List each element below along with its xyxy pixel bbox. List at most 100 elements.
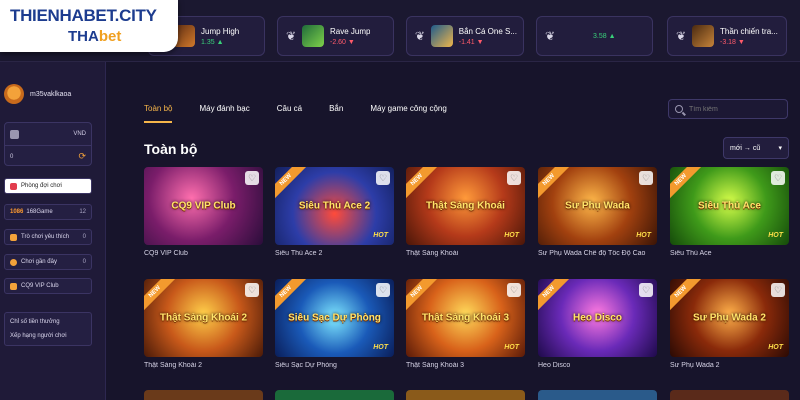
- game-title: CQ9 VIP Club: [144, 250, 188, 257]
- favorite-icon[interactable]: ♡: [771, 171, 785, 185]
- game-card[interactable]: Sư Phụ Wada 2 NEW HOT ♡ Sư Phụ Wada 2: [670, 279, 789, 369]
- favorite-icon[interactable]: ♡: [245, 171, 259, 185]
- sidebar-item-favorites[interactable]: Trò chơi yêu thích 0: [4, 229, 92, 245]
- game-card[interactable]: Thật Sảng Khoái NEW HOT ♡ Thật Sảng Khoá…: [406, 167, 525, 257]
- favorite-icon[interactable]: ♡: [376, 171, 390, 185]
- game-art-title: Heo Disco: [573, 312, 622, 324]
- game-art-title: CQ9 VIP Club: [171, 200, 236, 212]
- sidebar-item-label: Chơi gần đây: [21, 259, 57, 265]
- game-thumbnail[interactable]: Siêu Thủ Ace NEW HOT ♡: [670, 167, 789, 245]
- game-card[interactable]: CQ9 VIP Club ♡ CQ9 VIP Club: [144, 167, 263, 257]
- game-thumbnail[interactable]: CQ9 VIP Club ♡: [144, 167, 263, 245]
- sidebar-item-label: 168Game: [26, 209, 53, 215]
- new-ribbon: NEW: [538, 167, 571, 202]
- game-card[interactable]: Siêu Thủ Ace 2 NEW HOT ♡ Siêu Thủ Ace 2: [275, 167, 394, 257]
- ticker-name: Jump High: [201, 26, 240, 36]
- hot-badge: HOT: [373, 344, 388, 351]
- tab-slots[interactable]: Máy đánh bạc: [199, 104, 249, 123]
- game-card[interactable]: Siêu Sạc Dự Phòng NEW HOT ♡ Siêu Sạc Dự …: [275, 279, 394, 369]
- game-title: Heo Disco: [538, 362, 571, 369]
- game-thumbnail: [430, 25, 453, 47]
- favorite-icon[interactable]: ♡: [507, 171, 521, 185]
- player-ranking-link[interactable]: Xếp hạng người chơi: [10, 333, 67, 339]
- ticker-value: -2.60 ▼: [330, 38, 355, 46]
- game-title: Siêu Thủ Ace 2: [275, 250, 323, 257]
- sidebar-item-lobby[interactable]: Phòng đợi chơi: [4, 178, 92, 194]
- star-icon: [10, 233, 17, 241]
- game-card-partial[interactable]: [538, 390, 657, 400]
- search-icon: [675, 105, 683, 113]
- sidebar: m35vaklkaoa VND 0 ⟳ Phòng đợi chơi 1086 16…: [0, 62, 106, 400]
- sidebar-item-168game[interactable]: 1086 168Game 12: [4, 204, 92, 220]
- game-card[interactable]: Heo Disco NEW ♡ Heo Disco: [538, 279, 657, 369]
- game-title: Sư Phụ Wada 2: [670, 362, 720, 369]
- game-card-partial[interactable]: [144, 390, 263, 400]
- favorite-icon[interactable]: ♡: [639, 171, 653, 185]
- game-art-title: Sư Phụ Wada: [565, 200, 630, 212]
- clock-icon: [10, 258, 17, 266]
- new-ribbon: NEW: [406, 279, 439, 314]
- sidebar-item-vip-club[interactable]: CQ9 VIP Club: [4, 278, 92, 294]
- game-card[interactable]: Thật Sảng Khoái 2 NEW ♡ Thật Sảng Khoái …: [144, 279, 263, 369]
- game-thumbnail[interactable]: Siêu Sạc Dự Phòng NEW HOT ♡: [275, 279, 394, 357]
- new-ribbon: NEW: [670, 167, 703, 202]
- game-art-title: Siêu Thủ Ace: [698, 200, 761, 212]
- game-card[interactable]: Siêu Thủ Ace NEW HOT ♡ Siêu Thủ Ace: [670, 167, 789, 257]
- wallet-box: VND 0 ⟳: [4, 122, 92, 166]
- laurel-icon: ❦: [544, 29, 556, 43]
- tab-fishing[interactable]: Câu cá: [277, 104, 302, 123]
- game-thumbnail[interactable]: Sư Phụ Wada 2 NEW HOT ♡: [670, 279, 789, 357]
- hot-badge: HOT: [373, 232, 388, 239]
- laurel-icon: ❦: [285, 29, 297, 43]
- tab-arcade[interactable]: Máy game công cộng: [370, 104, 447, 123]
- sort-dropdown[interactable]: mới → cũ ▾: [723, 137, 789, 159]
- ticker-item-3[interactable]: ❦ Bắn Cá One S... -1.41 ▼: [406, 16, 524, 56]
- new-ribbon: NEW: [406, 167, 439, 202]
- favorite-icon[interactable]: ♡: [245, 283, 259, 297]
- game-thumbnail[interactable]: Thật Sảng Khoái 3 NEW HOT ♡: [406, 279, 525, 357]
- game-thumbnail[interactable]: Sư Phụ Wada NEW HOT ♡: [538, 167, 657, 245]
- game-title: Thật Sảng Khoái 2: [144, 362, 202, 369]
- search-input[interactable]: [689, 105, 779, 113]
- game-card-partial[interactable]: [406, 390, 525, 400]
- tab-shooting[interactable]: Bắn: [329, 104, 343, 123]
- game-thumbnail[interactable]: Siêu Thủ Ace 2 NEW HOT ♡: [275, 167, 394, 245]
- new-ribbon: NEW: [670, 279, 703, 314]
- ticker-name: Thần chiến tra...: [720, 26, 778, 36]
- ticker-item-5[interactable]: ❦ Thần chiến tra... -3.18 ▼: [667, 16, 787, 56]
- game-thumbnail[interactable]: Thật Sảng Khoái NEW HOT ♡: [406, 167, 525, 245]
- user-profile[interactable]: m35vaklkaoa: [4, 84, 71, 104]
- favorite-icon[interactable]: ♡: [376, 283, 390, 297]
- avatar: [4, 84, 24, 104]
- item-count: 0: [82, 234, 86, 240]
- ticker-name: Rave Jump: [330, 26, 371, 36]
- sidebar-item-label: CQ9 VIP Club: [21, 283, 59, 289]
- coins-icon: [10, 129, 19, 139]
- game-title: Siêu Sạc Dự Phòng: [275, 362, 337, 369]
- tab-all[interactable]: Toàn bộ: [144, 104, 173, 123]
- sort-value: mới → cũ: [730, 144, 761, 152]
- refresh-icon[interactable]: ⟳: [78, 151, 86, 162]
- game-card[interactable]: Thật Sảng Khoái 3 NEW HOT ♡ Thật Sảng Kh…: [406, 279, 525, 369]
- game-card-partial[interactable]: [275, 390, 394, 400]
- currency-label: VND: [73, 131, 86, 137]
- game-thumbnail[interactable]: Heo Disco NEW ♡: [538, 279, 657, 357]
- home-icon: [10, 182, 17, 190]
- game-title: Siêu Thủ Ace: [670, 250, 712, 257]
- search-box[interactable]: [668, 99, 788, 119]
- bonus-index-link[interactable]: Chỉ số tiền thưởng: [10, 319, 60, 325]
- game-art-title: Thật Sảng Khoái 3: [421, 312, 510, 324]
- ticker-item-4[interactable]: ❦ 3.58 ▲: [536, 16, 653, 56]
- balance-value: 0: [10, 153, 14, 160]
- sidebar-item-recent[interactable]: Chơi gần đây 0: [4, 254, 92, 270]
- game-thumbnail[interactable]: Thật Sảng Khoái 2 NEW ♡: [144, 279, 263, 357]
- favorite-icon[interactable]: ♡: [771, 283, 785, 297]
- item-count: 12: [79, 209, 86, 215]
- favorite-icon[interactable]: ♡: [507, 283, 521, 297]
- favorite-icon[interactable]: ♡: [639, 283, 653, 297]
- game-card[interactable]: Sư Phụ Wada NEW HOT ♡ Sư Phụ Wada Chế độ…: [538, 167, 657, 257]
- hot-badge: HOT: [636, 232, 651, 239]
- game-card-partial[interactable]: [670, 390, 789, 400]
- site-logo[interactable]: THIENHABET.CITY THAbet: [0, 0, 178, 52]
- ticker-item-2[interactable]: ❦ Rave Jump -2.60 ▼: [277, 16, 394, 56]
